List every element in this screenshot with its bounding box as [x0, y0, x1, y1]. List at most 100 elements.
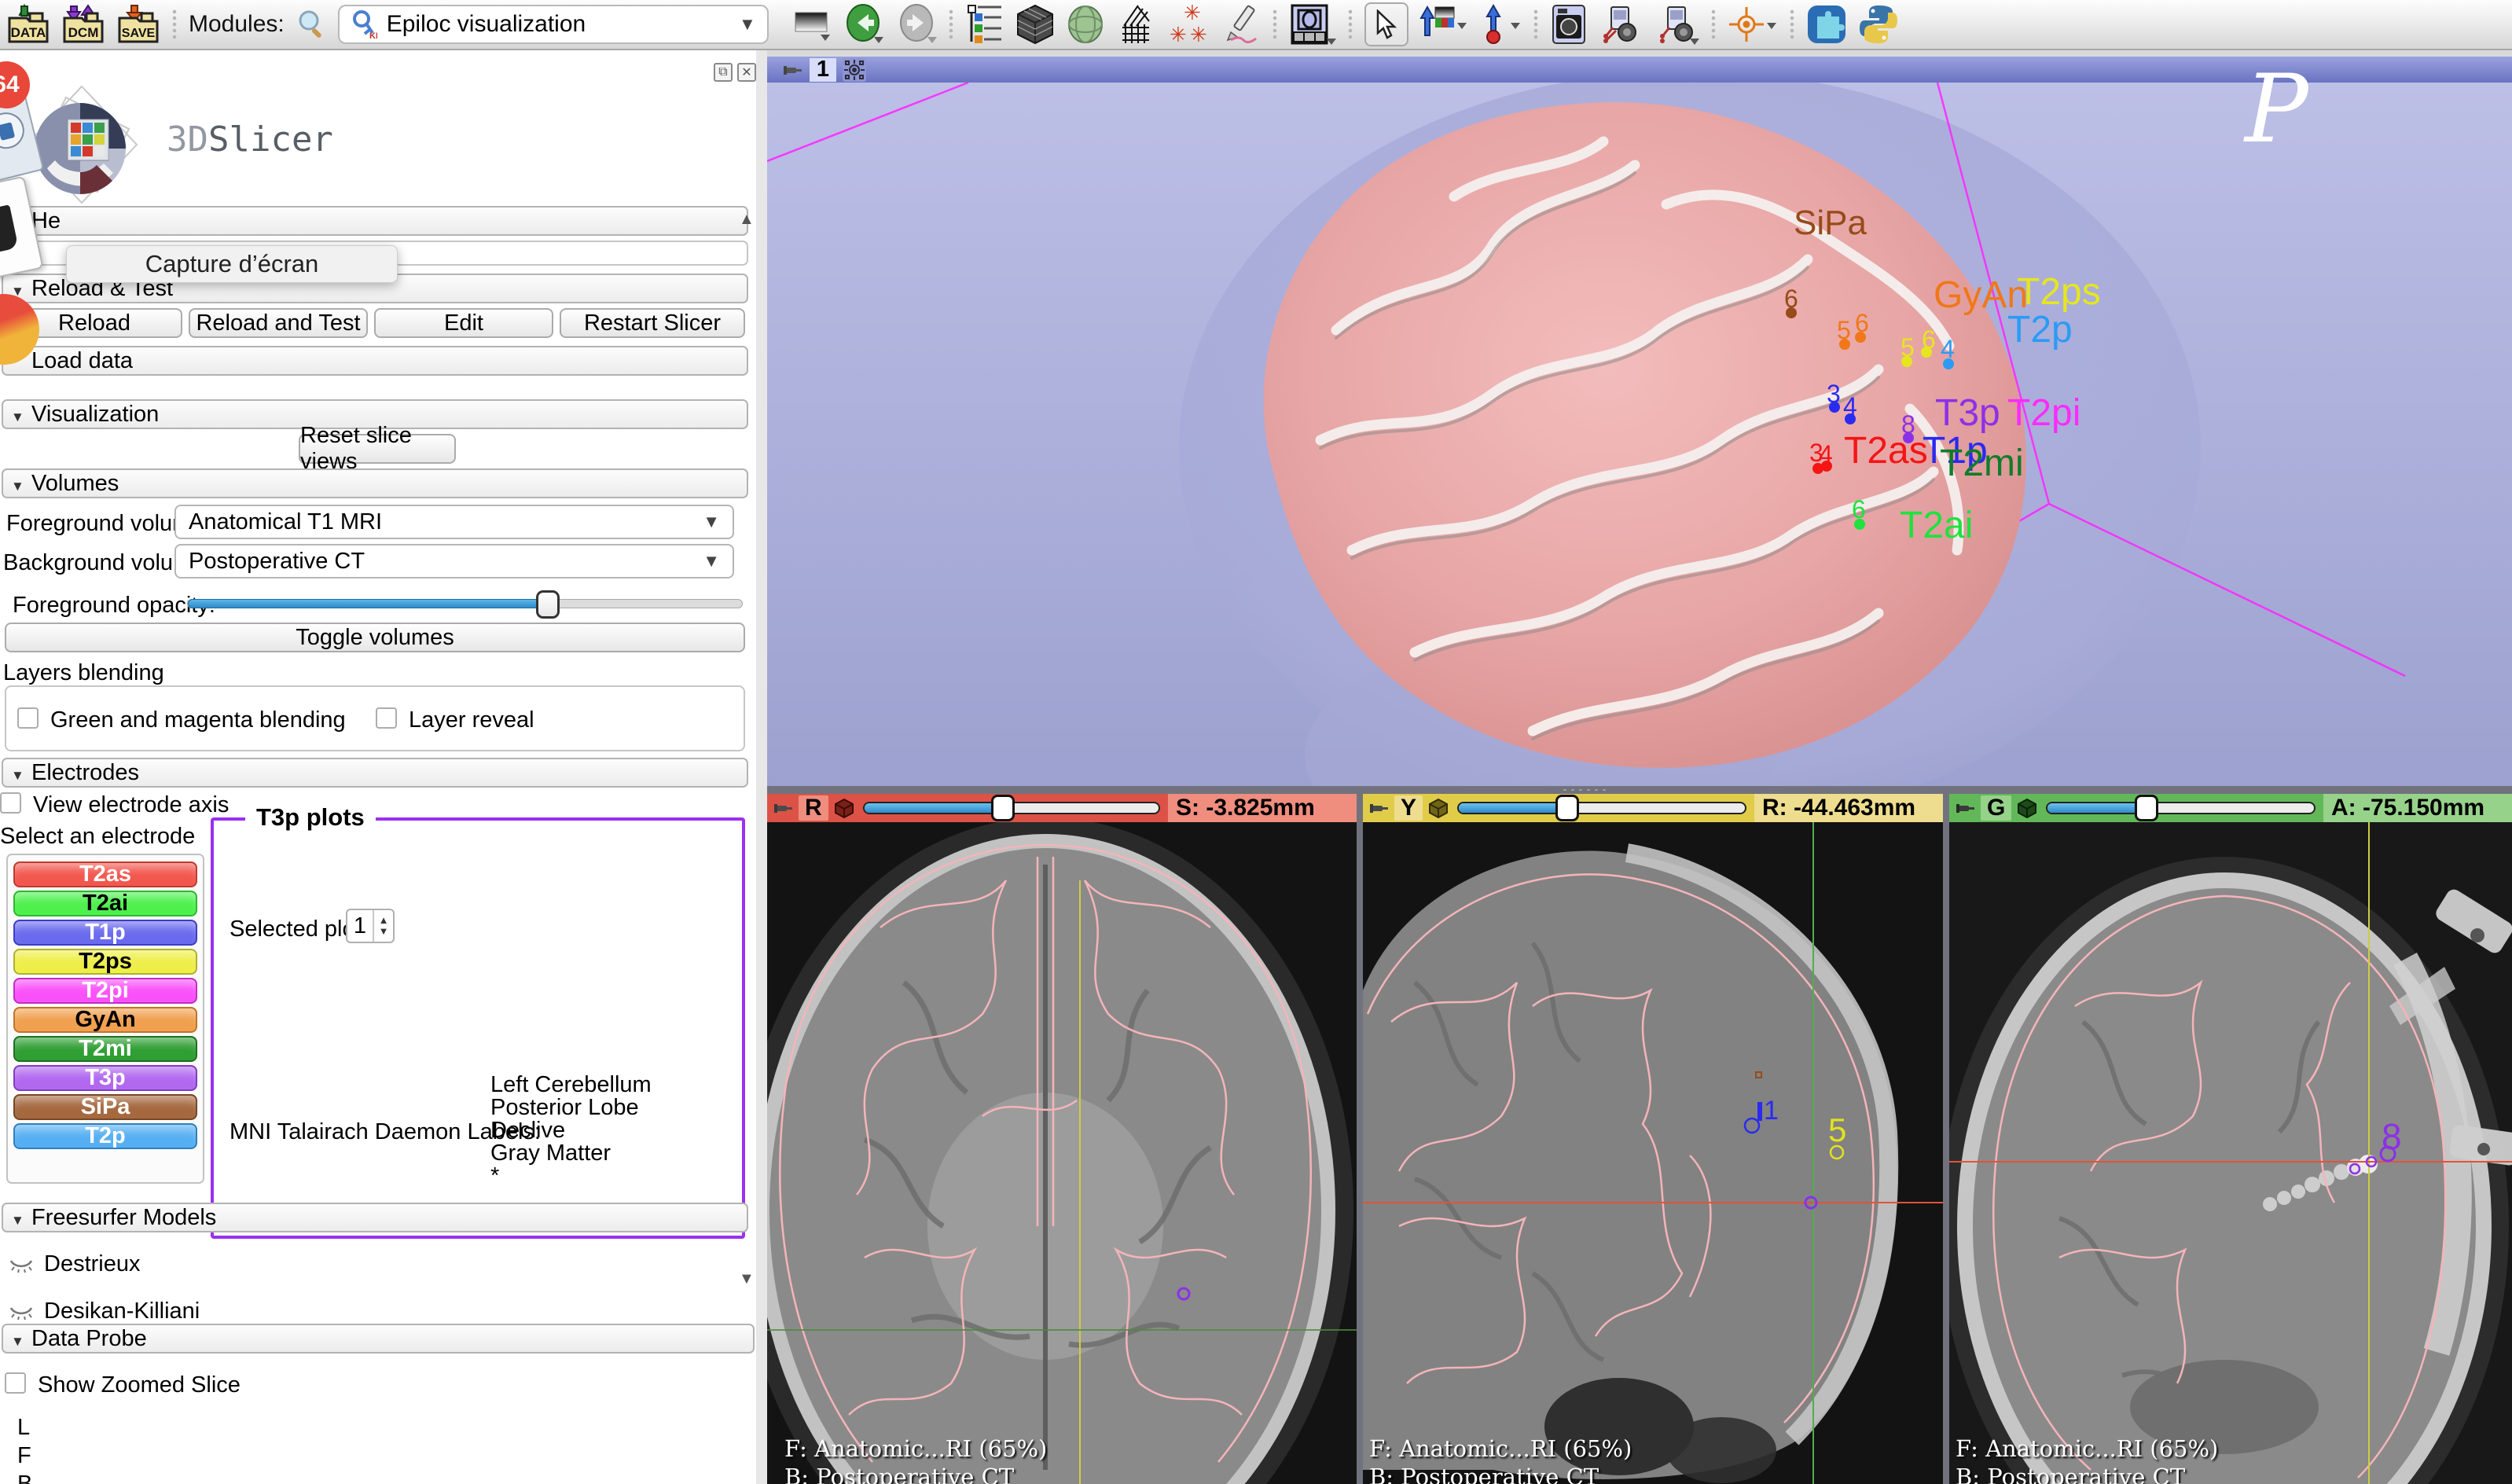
save-button[interactable]: SAVE: [116, 4, 160, 45]
view-electrode-axis-checkbox[interactable]: [0, 792, 21, 814]
electrode-button-T3p[interactable]: T3p: [13, 1065, 197, 1091]
electrode-button-SiPa[interactable]: SiPa: [13, 1094, 197, 1120]
pin-icon[interactable]: [783, 60, 803, 80]
segment-module-button[interactable]: [1066, 4, 1105, 45]
visibility-eye-icon[interactable]: [8, 1297, 35, 1321]
svg-text:✳: ✳: [1170, 23, 1187, 45]
history-forward-button[interactable]: [896, 4, 937, 45]
slider-handle[interactable]: [536, 590, 560, 619]
select-electrode-label: Select an electrode: [0, 824, 195, 850]
slider-handle[interactable]: [2135, 795, 2158, 821]
sagittal-slice-image: 1 5: [1363, 822, 1943, 1484]
pin-icon[interactable]: [773, 798, 794, 818]
view-controls-icon[interactable]: [843, 58, 866, 82]
foreground-volume-combobox[interactable]: Anatomical T1 MRI▼: [174, 505, 734, 539]
layout-selector-button[interactable]: [1289, 4, 1336, 45]
viewport-vertical-separator[interactable]: [1357, 794, 1363, 1484]
selected-plot-spinbox[interactable]: 1 ▲▼: [346, 909, 395, 943]
slice-cube-icon[interactable]: [1427, 797, 1449, 819]
crosshair-button[interactable]: [1728, 4, 1778, 45]
electrode-button-GyAn[interactable]: GyAn: [13, 1007, 197, 1033]
slice-view-letter[interactable]: Y: [1394, 795, 1423, 821]
slice-offset-slider[interactable]: [2046, 802, 2316, 814]
help-section-header[interactable]: He: [2, 206, 748, 236]
scene-view-button[interactable]: [1600, 4, 1643, 45]
slice-offset-slider[interactable]: [863, 802, 1160, 814]
slice-view-sagittal[interactable]: 1 5 F: Anatomic...RI (65%) B: Postoperat…: [1363, 822, 1943, 1484]
reset-slice-views-button[interactable]: Reset slice views: [299, 434, 456, 464]
electrode-button-T2pi[interactable]: T2pi: [13, 978, 197, 1004]
freesurfer-item-desikan[interactable]: Desikan-Killiani: [44, 1298, 200, 1324]
slice-view-coronal[interactable]: 8 F: Anatomic...RI (65%) B: Postoperativ…: [1949, 822, 2512, 1484]
electrode-list: T2as T2ai T1p T2ps T2pi GyAn T2mi T3p SiPa T2p: [6, 854, 204, 1184]
slider-handle[interactable]: [991, 795, 1015, 821]
slice-view-letter[interactable]: G: [1981, 795, 2011, 821]
green-magenta-checkbox[interactable]: [17, 707, 39, 729]
visibility-eye-icon[interactable]: [8, 1250, 35, 1273]
scroll-up-arrow[interactable]: ▲: [739, 211, 755, 229]
layer-reveal-checkbox[interactable]: [376, 707, 397, 729]
dicom-button[interactable]: DCM: [61, 4, 105, 45]
section-volumes[interactable]: ▼ Volumes: [2, 468, 748, 498]
mouse-interaction-button[interactable]: [1364, 2, 1408, 46]
show-zoomed-slice-checkbox[interactable]: [5, 1372, 26, 1394]
panel-undock-button[interactable]: ⧉: [714, 63, 733, 82]
module-search-icon[interactable]: [296, 9, 327, 40]
scroll-down-arrow[interactable]: ▼: [739, 1270, 755, 1288]
annotation-button[interactable]: [1220, 4, 1261, 45]
electrode-button-T1p[interactable]: T1p: [13, 920, 197, 946]
section-data-probe[interactable]: ▼ Data Probe: [2, 1324, 755, 1354]
viewport-vertical-separator[interactable]: [1943, 794, 1949, 1484]
electrode-contact-dot: [1921, 347, 1932, 358]
section-freesurfer[interactable]: ▼ Freesurfer Models: [2, 1203, 748, 1232]
view-electrode-axis-label: View electrode axis: [33, 792, 229, 818]
layers-blending-label: Layers blending: [3, 660, 164, 686]
panel-view-separator[interactable]: [756, 50, 767, 1484]
history-back-button[interactable]: [844, 4, 885, 45]
slice-cube-icon[interactable]: [2016, 797, 2038, 819]
slider-handle[interactable]: [1555, 795, 1579, 821]
electrode-3d-label-T2ai: T2ai: [1900, 507, 1973, 545]
edit-button[interactable]: Edit: [374, 308, 553, 338]
electrode-button-T2mi[interactable]: T2mi: [13, 1036, 197, 1062]
panel-close-button[interactable]: ✕: [737, 63, 756, 82]
slice-bar-green: G A: -75.150mm: [1949, 794, 2512, 822]
electrode-button-T2as[interactable]: T2as: [13, 861, 197, 887]
restore-scene-view-button[interactable]: [1654, 4, 1699, 45]
adjust-window-level-button[interactable]: [1419, 4, 1467, 45]
slice-view-letter[interactable]: R: [799, 795, 828, 821]
extensions-manager-button[interactable]: [1806, 4, 1847, 45]
reload-and-test-button[interactable]: Reload and Test: [189, 308, 368, 338]
place-fiducial-button[interactable]: [1478, 4, 1522, 45]
slice-view-axial[interactable]: F: Anatomic...RI (65%) B: Postoperative …: [767, 822, 1357, 1484]
transforms-module-button[interactable]: [1116, 4, 1157, 45]
electrode-button-T2p[interactable]: T2p: [13, 1123, 197, 1149]
load-data-button[interactable]: DATA: [6, 4, 50, 45]
toggle-volumes-button[interactable]: Toggle volumes: [5, 623, 745, 652]
restart-slicer-button[interactable]: Restart Slicer: [560, 308, 745, 338]
electrode-button-T2ai[interactable]: T2ai: [13, 891, 197, 916]
module-history-button[interactable]: [965, 4, 1004, 45]
spinbox-arrows[interactable]: ▲▼: [373, 910, 393, 942]
background-volume-combobox[interactable]: Postoperative CT▼: [174, 544, 734, 579]
module-selector-combobox[interactable]: KM Epiloc visualization ▼: [338, 5, 769, 44]
viewport-horizontal-separator[interactable]: [767, 786, 2512, 794]
markups-module-button[interactable]: ✳ ✳ ✳: [1168, 4, 1209, 45]
pin-icon[interactable]: [1369, 798, 1390, 818]
models-module-button[interactable]: [1015, 4, 1055, 45]
electrode-button-T2ps[interactable]: T2ps: [13, 949, 197, 975]
slice-background-text: B: Postoperative CT: [784, 1464, 1014, 1484]
python-console-button[interactable]: [1858, 4, 1899, 45]
section-load-data[interactable]: Load data: [2, 346, 748, 376]
favorite-module-button[interactable]: [792, 6, 833, 42]
view3d-viewport[interactable]: [767, 83, 2512, 786]
view3d-tab[interactable]: 1: [810, 58, 836, 82]
freesurfer-item-destrieux[interactable]: Destrieux: [44, 1251, 141, 1277]
foreground-opacity-slider[interactable]: [187, 599, 743, 608]
slice-cube-icon[interactable]: [833, 797, 855, 819]
slice-offset-slider[interactable]: [1457, 802, 1746, 814]
section-electrodes[interactable]: ▼ Electrodes: [2, 758, 748, 788]
screenshot-button[interactable]: [1550, 4, 1589, 45]
scene-view-restore-icon: [1654, 4, 1699, 45]
pin-icon[interactable]: [1956, 798, 1976, 818]
